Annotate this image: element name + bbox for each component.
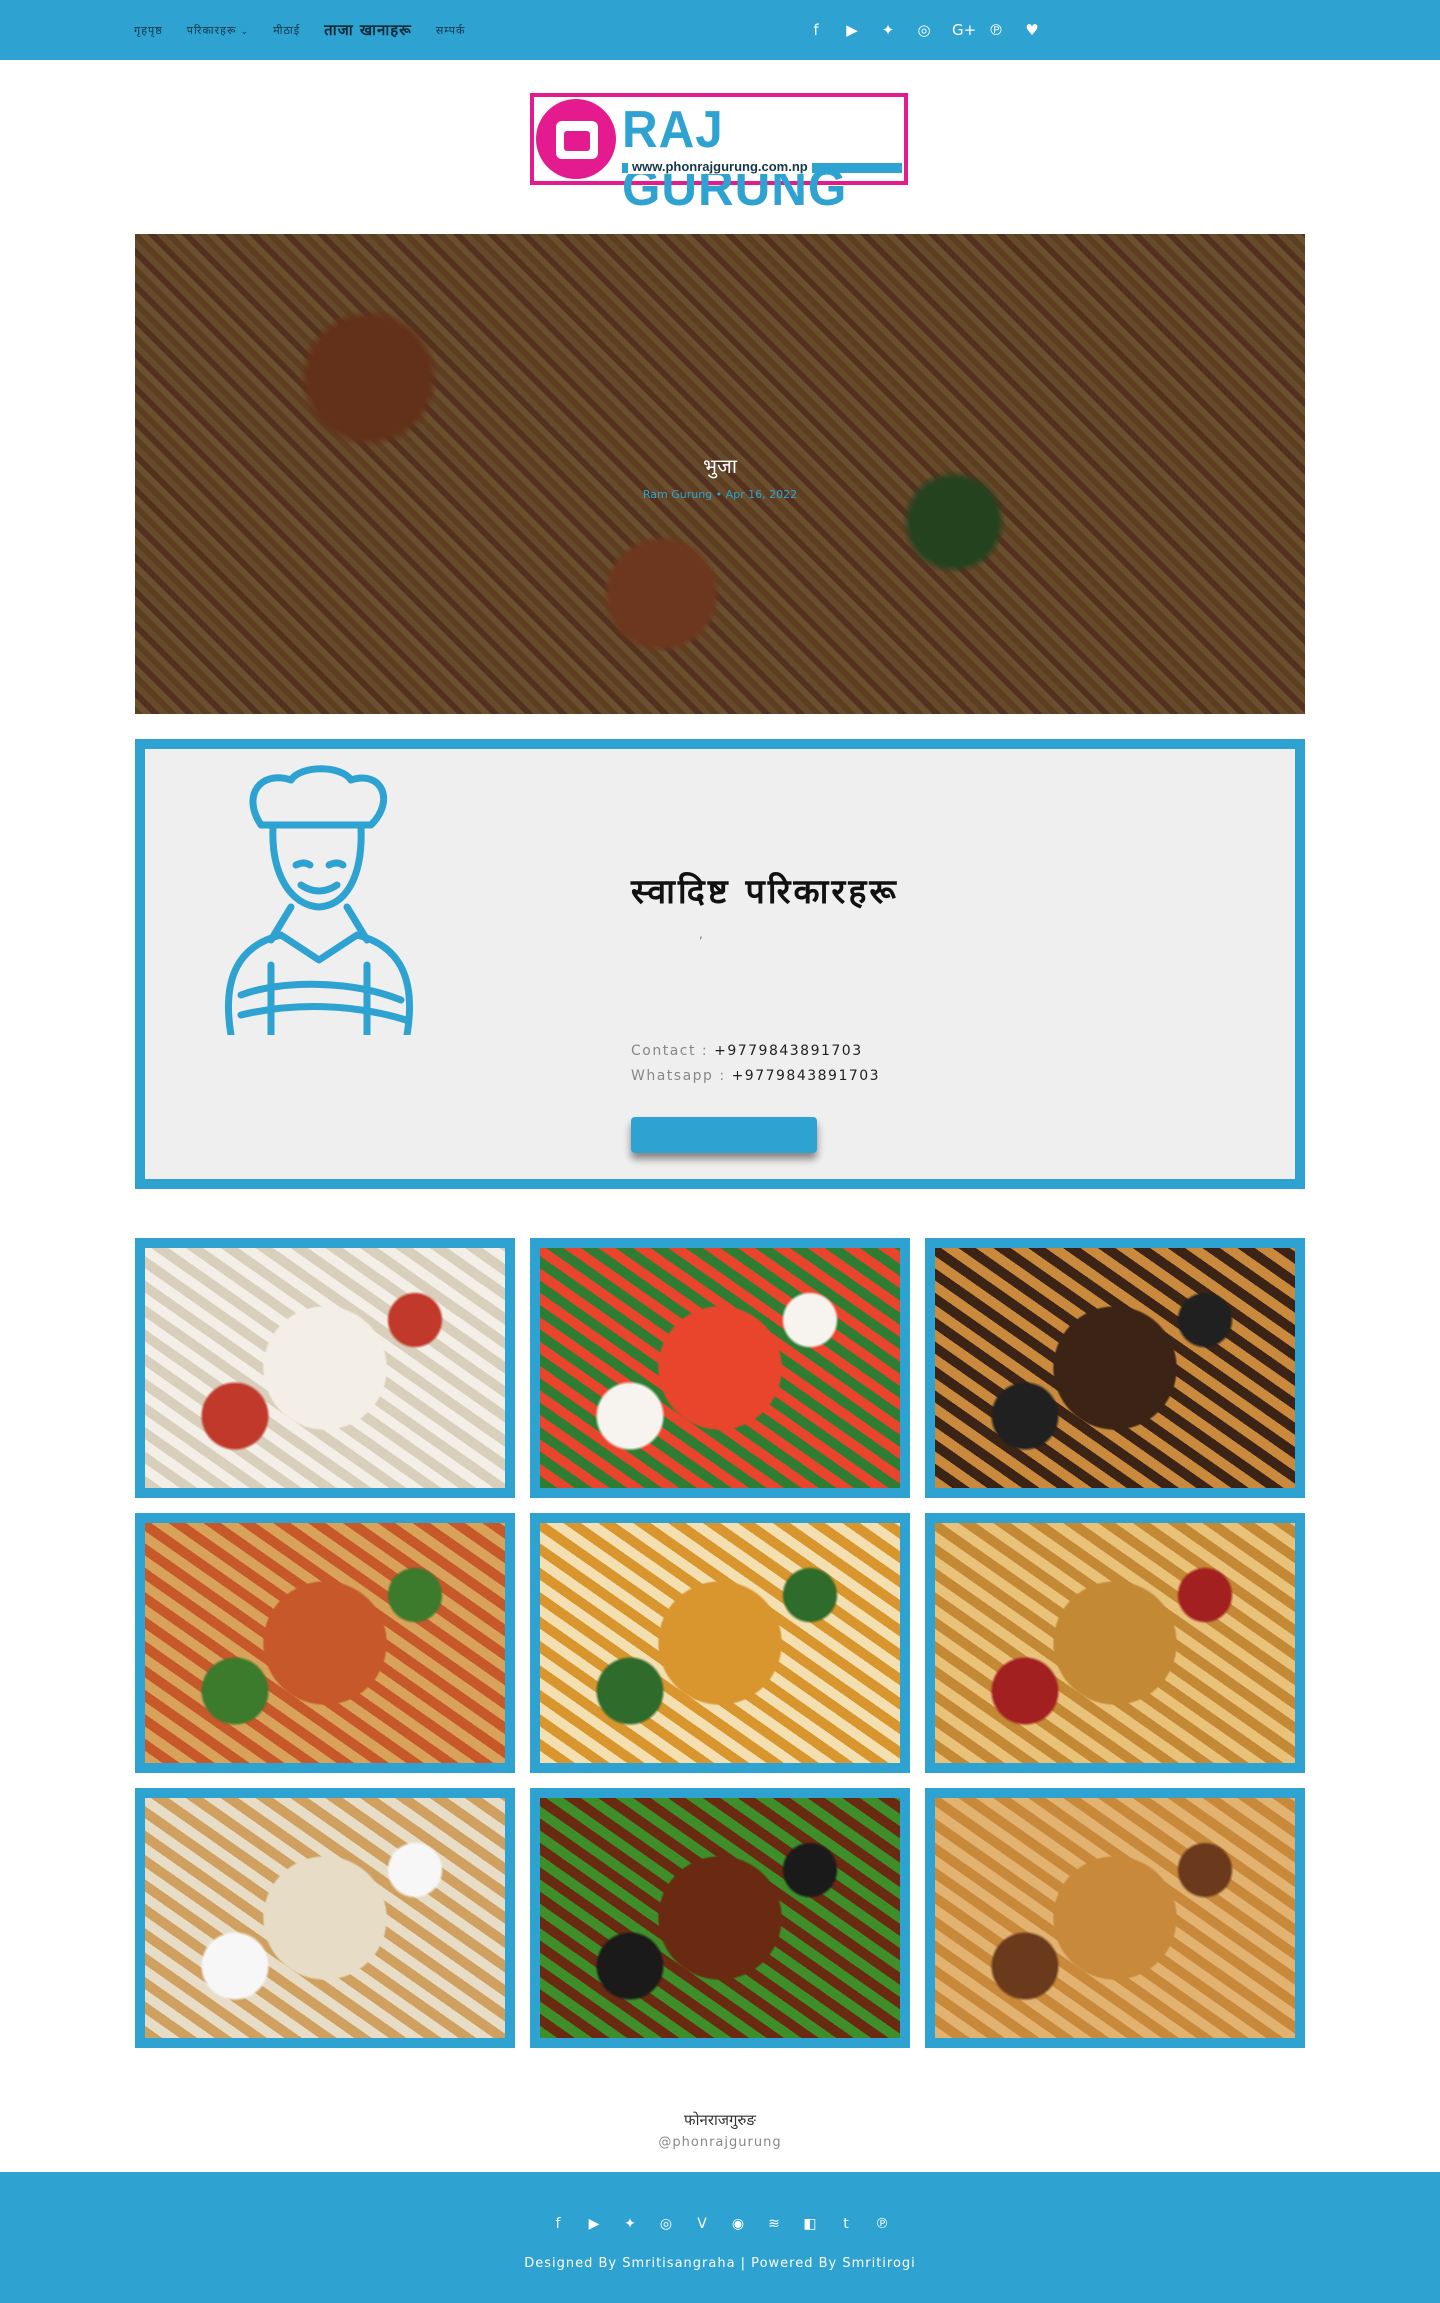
youtube-icon[interactable]: ▶ xyxy=(586,2216,602,2232)
footer-social-links: f ▶ ✦ ◎ V ◉ ≋ ◧ t ℗ xyxy=(0,2216,1440,2232)
hero-post-meta: Ram Gurung • Apr 16, 2022 xyxy=(642,488,798,501)
footer-handle: @phonrajgurung xyxy=(658,2135,782,2150)
chef-illustration-icon xyxy=(224,765,414,1035)
food-thumbnail xyxy=(935,1248,1295,1488)
food-thumbnail xyxy=(540,1798,900,2038)
gallery-tile[interactable] xyxy=(925,1238,1305,1498)
site-logo[interactable]: RAJ GURUNG www.phonrajgurung.com.np xyxy=(530,93,908,217)
pinterest-icon[interactable]: ℗ xyxy=(874,2216,890,2232)
food-thumbnail xyxy=(540,1248,900,1488)
gallery-tile[interactable] xyxy=(530,1238,910,1498)
food-thumbnail xyxy=(145,1248,505,1488)
gallery-tile[interactable] xyxy=(530,1788,910,2048)
vine-icon[interactable]: V xyxy=(694,2216,710,2232)
facebook-icon[interactable]: f xyxy=(808,21,824,39)
featured-post-hero[interactable]: भुजा Ram Gurung • Apr 16, 2022 xyxy=(135,234,1305,714)
food-thumbnail xyxy=(145,1798,505,2038)
food-thumbnail xyxy=(935,1798,1295,2038)
pinterest-icon[interactable]: ℗ xyxy=(988,21,1004,39)
chevron-down-icon: ⌄ xyxy=(240,26,250,37)
profile-subtext: , xyxy=(699,927,703,941)
heart-icon[interactable]: ♥ xyxy=(1024,21,1040,39)
phone-logo-icon xyxy=(536,99,616,179)
whatsapp-label: Whatsapp : xyxy=(631,1068,732,1084)
logo-url: www.phonrajgurung.com.np xyxy=(628,159,812,174)
twitter-icon[interactable]: ✦ xyxy=(622,2216,638,2232)
contact-details: Contact : +9779843891703 Whatsapp : +977… xyxy=(631,1039,880,1089)
google-plus-icon[interactable]: G+ xyxy=(952,21,976,39)
footer-credit: Designed By Smritisangraha | Powered By … xyxy=(524,2256,916,2271)
gallery-tile[interactable] xyxy=(530,1513,910,1773)
hero-post-title[interactable]: भुजा xyxy=(135,452,1305,479)
food-thumbnail xyxy=(145,1523,505,1763)
profile-card-inner: स्वादिष्ट परिकारहरू , Contact : +9779843… xyxy=(145,749,1295,1179)
footer-site-title: फोनराजगुरुङ xyxy=(684,2111,756,2129)
rss-icon[interactable]: ≋ xyxy=(766,2216,782,2232)
delicious-icon[interactable]: ◧ xyxy=(802,2216,818,2232)
twitter-icon[interactable]: ✦ xyxy=(880,21,896,39)
instagram-icon[interactable]: ◎ xyxy=(658,2216,674,2232)
whatsapp-phone[interactable]: +9779843891703 xyxy=(732,1068,881,1084)
profile-card: स्वादिष्ट परिकारहरू , Contact : +9779843… xyxy=(135,739,1305,1189)
nav-item-sweets[interactable]: मीठाई xyxy=(273,23,300,38)
gallery-tile[interactable] xyxy=(925,1788,1305,2048)
gallery-tile[interactable] xyxy=(135,1513,515,1773)
youtube-icon[interactable]: ▶ xyxy=(844,21,860,39)
site-footer: f ▶ ✦ ◎ V ◉ ≋ ◧ t ℗ Designed By Smritisa… xyxy=(0,2172,1440,2303)
whatsapp-row: Whatsapp : +9779843891703 xyxy=(631,1064,880,1089)
nav-item-recipes[interactable]: परिकारहरू ⌄ xyxy=(187,23,249,38)
dribbble-icon[interactable]: ◉ xyxy=(730,2216,746,2232)
gallery-tile[interactable] xyxy=(925,1513,1305,1773)
facebook-icon[interactable]: f xyxy=(550,2216,566,2232)
profile-heading: स्वादिष्ट परिकारहरू xyxy=(631,872,899,912)
gallery-tile[interactable] xyxy=(135,1238,515,1498)
gallery-tile[interactable] xyxy=(135,1788,515,2048)
contact-label: Contact : xyxy=(631,1043,715,1059)
nav-item-fresh-food[interactable]: ताजा खानाहरू xyxy=(324,20,412,40)
contact-row: Contact : +9779843891703 xyxy=(631,1039,880,1064)
food-thumbnail xyxy=(540,1523,900,1763)
contact-phone[interactable]: +9779843891703 xyxy=(714,1043,863,1059)
nav-item-home[interactable]: गृहपृष्ठ xyxy=(134,23,163,38)
profile-action-button[interactable] xyxy=(631,1117,817,1153)
top-social-links: f ▶ ✦ ◎ G+ ℗ ♥ xyxy=(808,0,1040,60)
main-nav: गृहपृष्ठ परिकारहरू ⌄ मीठाई ताजा खानाहरू स… xyxy=(134,0,466,60)
nav-item-contact[interactable]: सम्पर्क xyxy=(436,23,466,38)
instagram-icon[interactable]: ◎ xyxy=(916,21,932,39)
food-thumbnail xyxy=(935,1523,1295,1763)
tumblr-icon[interactable]: t xyxy=(838,2216,854,2232)
top-navigation-bar: गृहपृष्ठ परिकारहरू ⌄ मीठाई ताजा खानाहरू स… xyxy=(0,0,1440,60)
nav-item-recipes-label: परिकारहरू xyxy=(186,23,237,37)
